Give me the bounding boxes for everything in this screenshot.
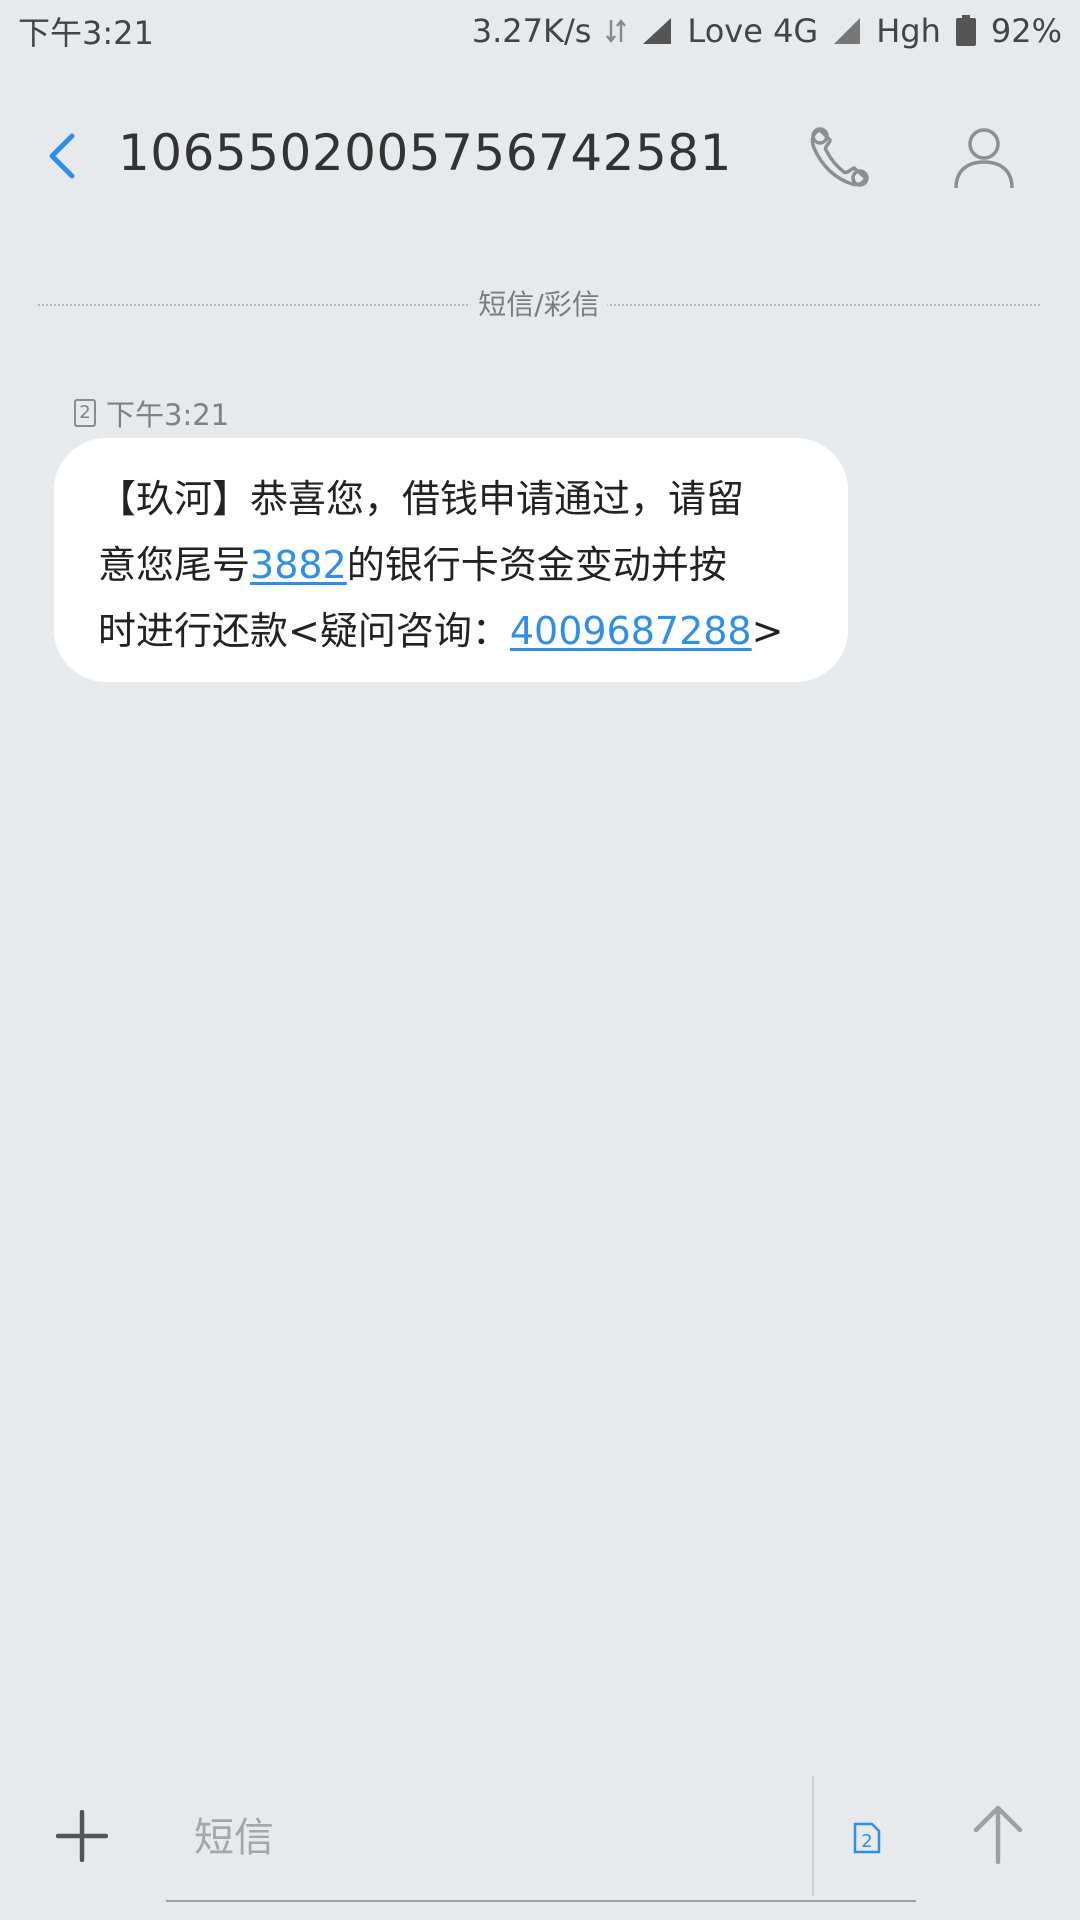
sim-select-label: 2 [861,1831,872,1852]
data-transfer-icon [605,16,627,46]
message-text: 【玖河】恭喜您，借钱申请通过，请留 [98,477,745,521]
message-time: 下午3:21 [106,398,230,432]
message-line-3: 时进行还款<疑问咨询：4009687288> [98,598,812,664]
battery-percent: 92% [990,12,1062,50]
chevron-left-icon[interactable] [42,130,82,182]
message-text: 意您尾号 [98,543,251,587]
phone-icon[interactable] [804,122,876,194]
sim-card-icon: 2 [74,399,96,427]
card-number-link[interactable]: 3882 [250,543,347,587]
net-speed: 3.27K/s [471,12,592,50]
signal-strength-icon [641,16,673,46]
plus-icon[interactable] [55,1809,109,1863]
message-type-label: 短信/彩信 [470,290,608,320]
message-text: 的银行卡资金变动并按 [346,543,727,587]
conversation-header: 1065502005756742581 [0,100,1080,212]
contact-number-title: 1065502005756742581 [118,124,732,182]
message-meta: 2 下午3:21 [74,392,229,434]
message-composer: 2 [0,1776,1080,1920]
message-text: > [751,609,784,653]
carrier-2: Hgh [876,12,941,50]
message-line-2: 意您尾号3882的银行卡资金变动并按 [98,532,812,598]
phone-number-link[interactable]: 4009687288 [510,609,752,653]
carrier-1: Love 4G [687,12,819,50]
input-underline [166,1900,916,1902]
message-bubble[interactable]: 【玖河】恭喜您，借钱申请通过，请留 意您尾号3882的银行卡资金变动并按 时进行… [54,438,848,682]
sim-card-icon[interactable]: 2 [852,1821,882,1855]
status-bar: 下午3:21 3.27K/s Love 4G Hgh 92% [0,0,1080,62]
message-line-1: 【玖河】恭喜您，借钱申请通过，请留 [98,466,812,532]
composer-divider [812,1776,814,1896]
battery-icon [955,15,977,47]
person-icon[interactable] [948,122,1020,194]
message-text: 时进行还款<疑问咨询： [98,609,510,653]
arrow-up-icon[interactable] [970,1804,1026,1865]
message-type-divider: 短信/彩信 [38,290,1040,320]
sms-input[interactable] [166,1776,786,1900]
status-indicators: 3.27K/s Love 4G Hgh 92% [472,12,1062,50]
status-time: 下午3:21 [18,14,154,52]
signal-strength-icon-2 [832,16,862,46]
